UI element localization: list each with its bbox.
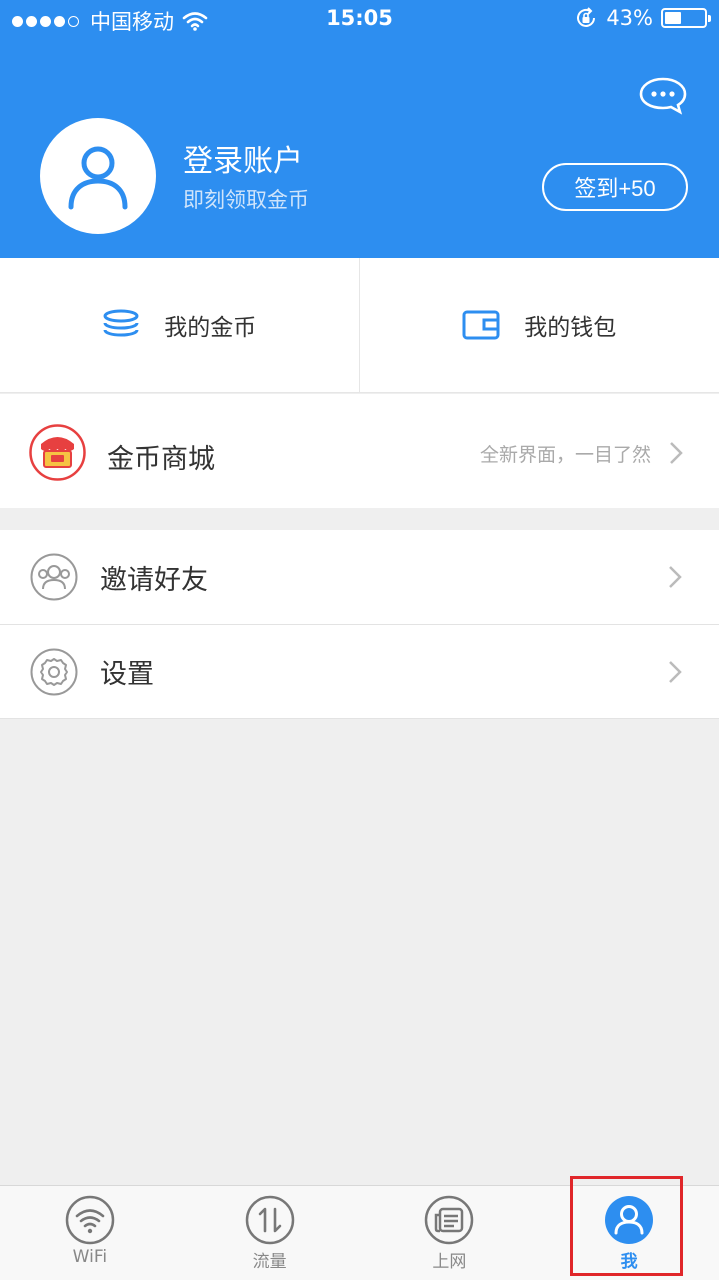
my-coins-button[interactable]: 我的金币 bbox=[0, 258, 360, 392]
wifi-icon bbox=[65, 1195, 115, 1245]
my-coins-label: 我的金币 bbox=[164, 315, 257, 341]
user-icon bbox=[68, 146, 128, 210]
tab-browse-label: 上网 bbox=[432, 1252, 467, 1272]
quick-actions: 我的金币 我的钱包 bbox=[0, 258, 719, 393]
chevron-right-icon bbox=[669, 660, 682, 683]
my-wallet-button[interactable]: 我的钱包 bbox=[360, 258, 719, 392]
battery-icon bbox=[661, 8, 711, 28]
checkin-button[interactable]: 签到+50 bbox=[542, 163, 688, 211]
tab-wifi-label: WiFi bbox=[72, 1247, 108, 1267]
settings-label: 设置 bbox=[100, 659, 154, 690]
tab-browse[interactable]: 上网 bbox=[360, 1186, 540, 1280]
shop-icon bbox=[29, 424, 86, 481]
menu-list: 邀请好友 设置 bbox=[0, 530, 719, 719]
invite-friends-icon bbox=[30, 553, 78, 601]
tab-traffic-label: 流量 bbox=[252, 1252, 287, 1272]
coins-icon bbox=[103, 309, 139, 337]
settings-row[interactable]: 设置 bbox=[0, 624, 719, 718]
gear-icon bbox=[30, 648, 78, 695]
invite-friends-label: 邀请好友 bbox=[100, 564, 208, 596]
chat-bubble-icon bbox=[639, 77, 687, 115]
profile-header: 中国移动 15:05 43% 登录账户 即刻领取金币 签到+50 bbox=[0, 0, 719, 258]
tab-wifi[interactable]: WiFi bbox=[0, 1186, 180, 1280]
battery-percent: 43% bbox=[606, 6, 653, 30]
message-button[interactable] bbox=[638, 76, 688, 116]
battery-info: 43% bbox=[574, 6, 711, 30]
wallet-icon bbox=[462, 310, 500, 340]
chevron-right-icon bbox=[669, 566, 682, 588]
invite-friends-row[interactable]: 邀请好友 bbox=[0, 530, 719, 624]
coin-mall-hint: 全新界面，一目了然 bbox=[479, 444, 651, 466]
coin-mall-label: 金币商城 bbox=[107, 444, 215, 475]
status-bar: 中国移动 15:05 43% bbox=[0, 0, 719, 40]
highlight-annotation bbox=[570, 1176, 683, 1276]
avatar[interactable] bbox=[40, 118, 156, 234]
browse-icon bbox=[425, 1195, 474, 1245]
login-title[interactable]: 登录账户 bbox=[183, 136, 303, 180]
rotation-lock-icon bbox=[577, 7, 596, 27]
traffic-icon bbox=[245, 1195, 294, 1245]
login-subtitle: 即刻领取金币 bbox=[183, 188, 309, 212]
chevron-right-icon bbox=[670, 442, 683, 464]
my-wallet-label: 我的钱包 bbox=[524, 315, 617, 341]
tab-traffic[interactable]: 流量 bbox=[180, 1186, 360, 1280]
